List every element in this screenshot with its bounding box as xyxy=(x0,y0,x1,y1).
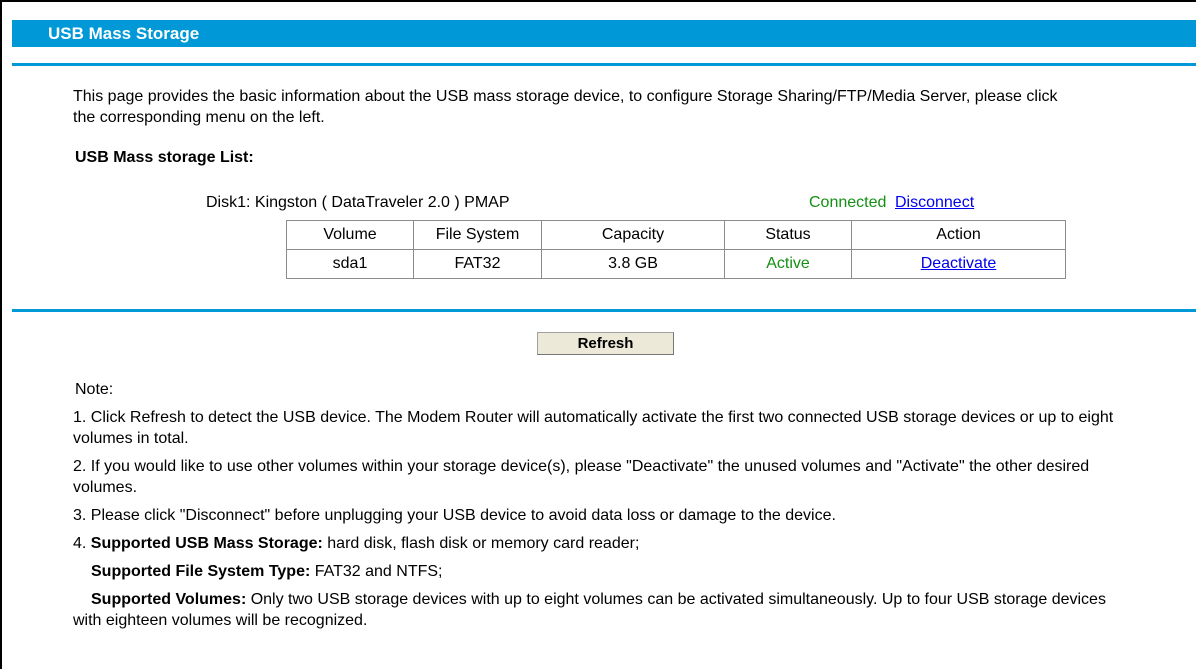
table-row: sda1 FAT32 3.8 GB Active Deactivate xyxy=(286,249,1066,279)
file-system-cell: FAT32 xyxy=(413,249,542,279)
supported-fs-value: FAT32 and NTFS; xyxy=(310,563,443,580)
note-item: 3. Please click "Disconnect" before unpl… xyxy=(73,507,836,524)
status-cell: Active xyxy=(724,249,852,279)
note-item-supported-storage: 4. Supported USB Mass Storage: hard disk… xyxy=(73,533,1133,554)
disconnect-link[interactable]: Disconnect xyxy=(895,194,974,212)
supported-storage-value: hard disk, flash disk or memory card rea… xyxy=(322,535,640,552)
note-label: Note: xyxy=(75,381,114,398)
bottom-divider xyxy=(12,309,1196,312)
column-header-volume: Volume xyxy=(286,220,414,250)
notes-section: Note: 1. Click Refresh to detect the USB… xyxy=(73,379,1133,631)
deactivate-link[interactable]: Deactivate xyxy=(921,255,997,272)
column-header-action: Action xyxy=(851,220,1066,250)
note-item-supported-fs: Supported File System Type: FAT32 and NT… xyxy=(73,561,1133,582)
supported-fs-label: Supported File System Type: xyxy=(91,563,311,580)
volume-table-header: Volume File System Capacity Status Actio… xyxy=(286,220,1066,250)
volume-table: Volume File System Capacity Status Actio… xyxy=(286,220,1066,279)
note-item: 2. If you would like to use other volume… xyxy=(73,458,1090,496)
page-title: USB Mass Storage xyxy=(12,20,1196,47)
supported-storage-label: Supported USB Mass Storage: xyxy=(90,535,323,552)
disk-connection-status: Connected xyxy=(809,194,887,211)
action-cell: Deactivate xyxy=(851,249,1066,279)
intro-text: This page provides the basic information… xyxy=(73,88,1058,126)
note-item: 1. Click Refresh to detect the USB devic… xyxy=(73,409,1114,447)
column-header-file-system: File System xyxy=(413,220,542,250)
volume-cell: sda1 xyxy=(286,249,414,279)
column-header-status: Status xyxy=(724,220,852,250)
note-item-supported-volumes: Supported Volumes: Only two USB storage … xyxy=(73,589,1133,631)
refresh-button[interactable]: Refresh xyxy=(537,332,674,355)
top-divider xyxy=(12,63,1196,66)
disk-label: Disk1: Kingston ( DataTraveler 2.0 ) PMA… xyxy=(206,194,510,211)
storage-list-title: USB Mass storage List: xyxy=(75,149,254,166)
note-number: 4. xyxy=(73,535,91,552)
column-header-capacity: Capacity xyxy=(541,220,725,250)
capacity-cell: 3.8 GB xyxy=(541,249,725,279)
supported-volumes-label: Supported Volumes: xyxy=(91,591,247,608)
